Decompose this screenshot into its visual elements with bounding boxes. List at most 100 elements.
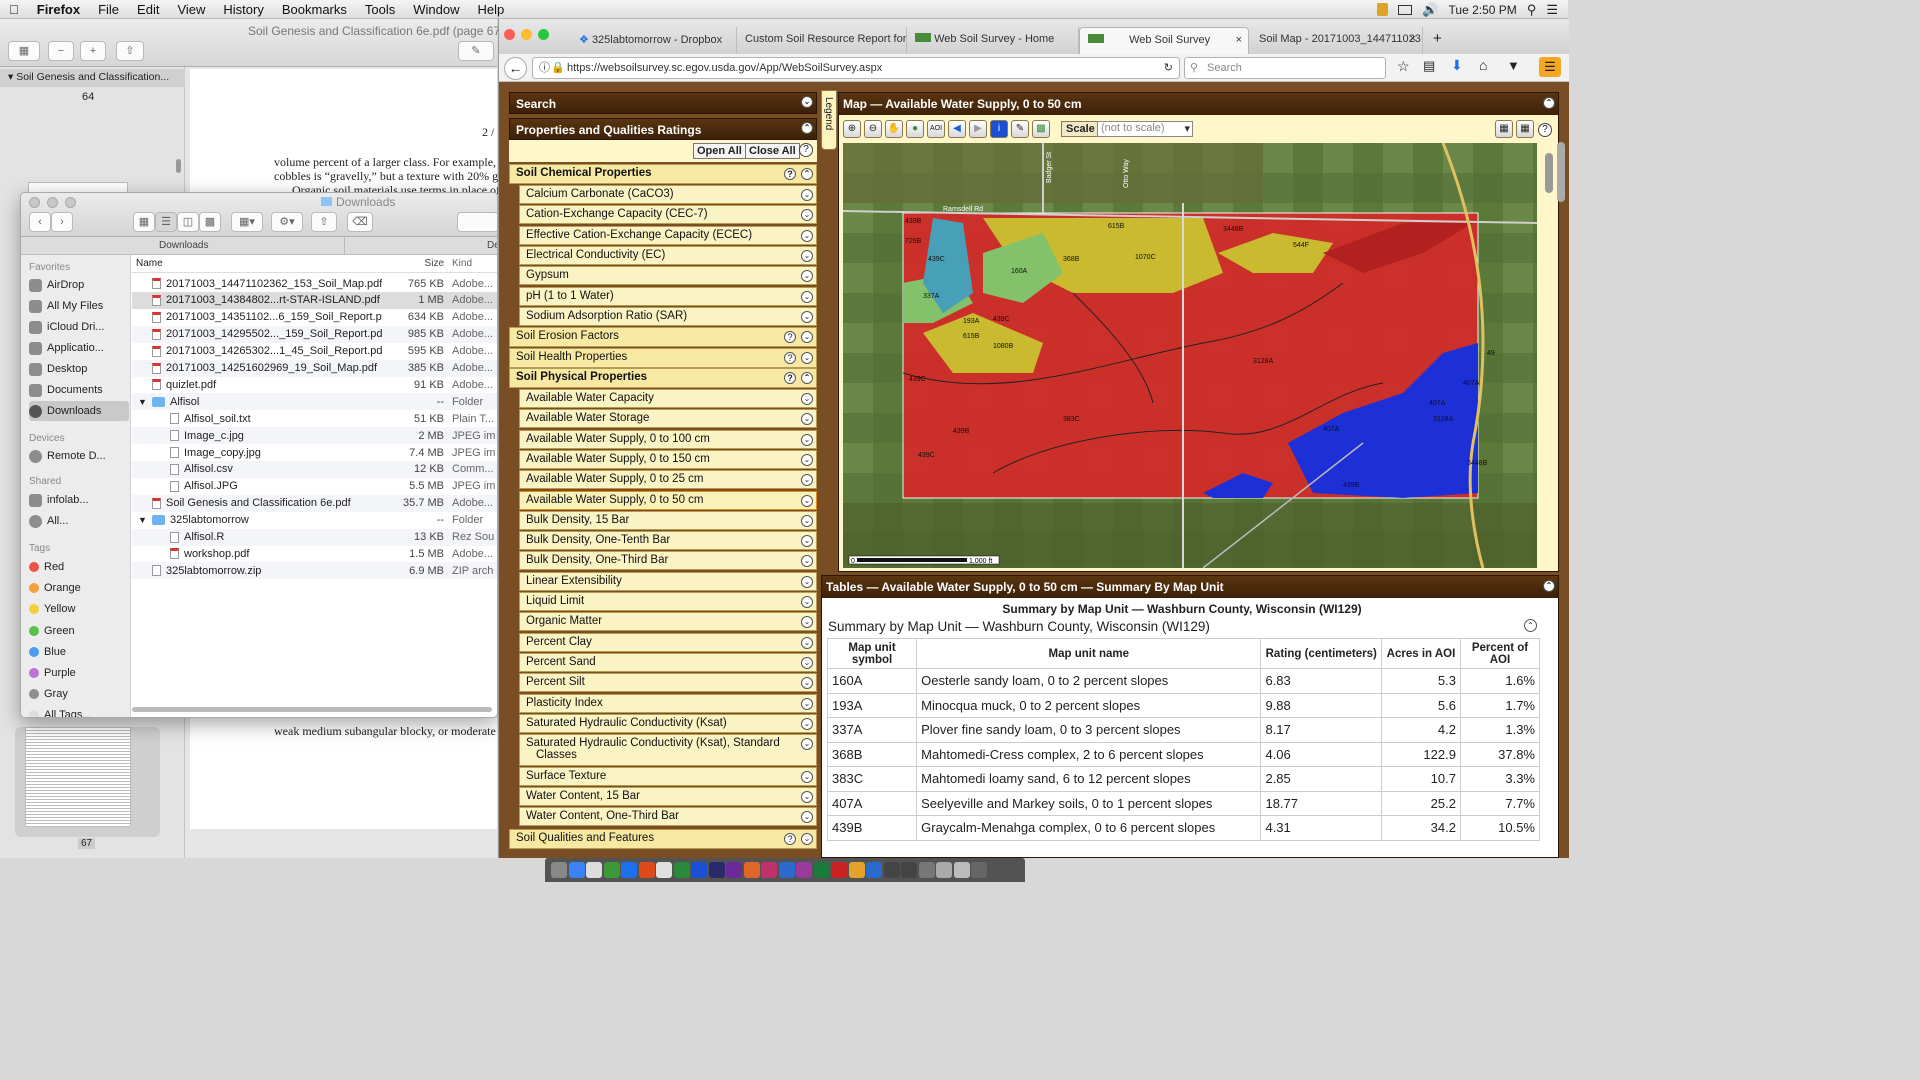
dock-app-icon[interactable] bbox=[848, 862, 865, 878]
tab-close-icon[interactable]: × bbox=[1410, 33, 1416, 45]
collapse-icon[interactable]: ⌃ bbox=[1524, 619, 1537, 632]
property-item-selected[interactable]: Available Water Supply, 0 to 50 cm ⌄ bbox=[519, 490, 817, 510]
property-item[interactable]: Percent Sand ⌄ bbox=[519, 652, 817, 672]
table-row[interactable]: 337A Plover fine sandy loam, 0 to 3 perce… bbox=[826, 717, 1541, 743]
table-row[interactable]: 160A Oesterle sandy loam, 0 to 2 percent … bbox=[826, 668, 1541, 694]
expand-icon[interactable]: ⌄ bbox=[801, 249, 813, 262]
qualities-features-header[interactable]: Soil Qualities and Features? ⌄ bbox=[509, 829, 817, 849]
dock-app-icon[interactable] bbox=[761, 862, 777, 878]
property-item[interactable]: Bulk Density, One-Tenth Bar ⌄ bbox=[519, 531, 817, 551]
property-item[interactable]: Percent Silt ⌄ bbox=[519, 673, 817, 693]
overview-icon[interactable]: ▦ bbox=[1495, 120, 1513, 138]
property-item[interactable]: Available Water Supply, 0 to 100 cm ⌄ bbox=[519, 429, 817, 449]
sidebar-item-desktop[interactable]: Desktop bbox=[29, 359, 129, 379]
table-row[interactable]: 439B Graycalm-Menahga complex, 0 to 6 per… bbox=[826, 815, 1541, 841]
physical-properties-header[interactable]: Soil Physical Properties? ⌃ bbox=[509, 368, 817, 388]
expand-icon[interactable]: ⌄ bbox=[801, 393, 813, 405]
property-item[interactable]: Organic Matter ⌄ bbox=[519, 612, 817, 632]
tab-soil-map[interactable]: Soil Map - 20171003_144711023 × bbox=[1251, 27, 1423, 54]
zoom-out-button[interactable]: − bbox=[48, 41, 74, 61]
expand-icon[interactable]: ⌄ bbox=[801, 833, 813, 845]
dock-app-icon[interactable] bbox=[901, 862, 917, 878]
forward-button[interactable]: › bbox=[51, 212, 73, 232]
expand-icon[interactable]: ⌄ bbox=[801, 433, 813, 446]
property-item[interactable]: Water Content, 15 Bar ⌄ bbox=[519, 786, 817, 806]
property-item[interactable]: Bulk Density, 15 Bar ⌄ bbox=[519, 510, 817, 530]
share-button[interactable]: ⇧ bbox=[116, 41, 144, 61]
home-icon[interactable]: ⌂ bbox=[1479, 57, 1487, 73]
zoom-icon[interactable] bbox=[538, 29, 549, 40]
dock-app-icon[interactable] bbox=[708, 862, 725, 878]
info-icon[interactable]: ⓘ bbox=[539, 58, 550, 78]
file-row[interactable]: Soil Genesis and Classification 6e.pdf 35… bbox=[132, 494, 497, 512]
dock-app-icon[interactable] bbox=[603, 862, 620, 878]
expand-icon[interactable]: ⌄ bbox=[801, 96, 813, 108]
scale-select[interactable]: (not to scale) ▾ bbox=[1097, 121, 1193, 137]
airplay-icon[interactable] bbox=[1398, 4, 1413, 15]
help-icon[interactable]: ? bbox=[1538, 123, 1552, 137]
expand-icon[interactable]: ⌄ bbox=[801, 636, 813, 649]
legend-tab[interactable]: Legend bbox=[821, 90, 837, 150]
measure-icon[interactable]: ✎ bbox=[1011, 120, 1029, 138]
collapse-icon[interactable]: ⌃ bbox=[801, 122, 813, 134]
dock-app-icon[interactable] bbox=[586, 862, 602, 878]
sidebar-item-infolab[interactable]: infolab... bbox=[29, 490, 129, 510]
file-row[interactable]: quizlet.pdf 91 KB Adobe... bbox=[132, 376, 497, 393]
open-all-button[interactable]: Open All bbox=[693, 143, 746, 159]
sidebar-item-applications[interactable]: Applicatio... bbox=[29, 338, 129, 358]
tab-custom-report[interactable]: Custom Soil Resource Report for bbox=[737, 27, 907, 54]
menu-history[interactable]: History bbox=[214, 0, 272, 19]
sidebar-tag[interactable]: Red bbox=[29, 557, 129, 577]
expand-icon[interactable]: ⌄ bbox=[801, 738, 813, 751]
sidebar-doc-item[interactable]: ▾ Soil Genesis and Classification... bbox=[0, 69, 185, 87]
soil-map[interactable]: 439B 726B 439C 160A 337A 193A 615B 439C 1080B 107… bbox=[843, 143, 1537, 568]
help-icon[interactable]: ? bbox=[784, 372, 796, 384]
file-row[interactable]: Image_c.jpg 2 MB JPEG im bbox=[132, 427, 497, 445]
dock-app-icon[interactable] bbox=[743, 862, 760, 878]
dock-app-icon[interactable] bbox=[971, 862, 987, 878]
property-item[interactable]: Gypsum ⌄ bbox=[519, 266, 817, 286]
sidebar-item-documents[interactable]: Documents bbox=[29, 380, 129, 400]
sidebar-item-remote-disc[interactable]: Remote D... bbox=[29, 446, 129, 466]
property-item[interactable]: Electrical Conductivity (EC) ⌄ bbox=[519, 245, 817, 265]
dock-app-icon[interactable] bbox=[953, 862, 970, 878]
col-percent[interactable]: Percent of AOI bbox=[1459, 638, 1541, 669]
dock-app-icon[interactable] bbox=[813, 862, 830, 878]
minimize-icon[interactable] bbox=[47, 197, 58, 208]
dock-app-icon[interactable] bbox=[796, 862, 812, 878]
search-input[interactable]: ⚲ Search bbox=[1184, 57, 1386, 79]
expand-icon[interactable]: ⌄ bbox=[801, 331, 813, 343]
property-item[interactable]: Effective Cation-Exchange Capacity (ECEC… bbox=[519, 225, 817, 245]
expand-icon[interactable]: ⌄ bbox=[801, 656, 813, 669]
close-all-button[interactable]: Close All bbox=[745, 143, 800, 159]
downloads-icon[interactable]: ⬇ bbox=[1451, 57, 1463, 74]
tab-wss-home[interactable]: Web Soil Survey - Home bbox=[907, 27, 1079, 54]
disclosure-triangle-icon[interactable]: ▼ bbox=[138, 397, 147, 407]
notification-center-icon[interactable]: ☰ bbox=[1546, 2, 1558, 18]
dock-app-icon[interactable] bbox=[778, 862, 795, 878]
table-row[interactable]: 407A Seelyeville and Markey soils, 0 to 1… bbox=[826, 790, 1541, 816]
sidebar-item-all-my-files[interactable]: All My Files bbox=[29, 296, 129, 316]
menu-file[interactable]: File bbox=[89, 0, 128, 19]
close-icon[interactable] bbox=[29, 197, 40, 208]
property-item[interactable]: Linear Extensibility ⌄ bbox=[519, 571, 817, 591]
zoom-in-icon[interactable]: ⊕ bbox=[843, 120, 861, 138]
property-item[interactable]: Saturated Hydraulic Conductivity (Ksat),… bbox=[519, 734, 817, 767]
back-button[interactable]: ‹ bbox=[29, 212, 51, 232]
collapse-icon[interactable]: ⌃ bbox=[801, 372, 813, 384]
properties-header[interactable]: Properties and Qualities Ratings ⌃ bbox=[509, 118, 817, 140]
expand-icon[interactable]: ⌄ bbox=[801, 474, 813, 487]
forward-extent-icon[interactable]: ▶ bbox=[969, 120, 987, 138]
pan-icon[interactable]: ✋ bbox=[885, 120, 903, 138]
sidebar-item-all-shared[interactable]: All... bbox=[29, 511, 129, 531]
col-acres[interactable]: Acres in AOI bbox=[1380, 638, 1461, 669]
sidebar-item-downloads[interactable]: Downloads bbox=[29, 401, 129, 421]
markup-button[interactable]: ✎ bbox=[458, 41, 494, 61]
volume-icon[interactable]: 🔊 bbox=[1422, 2, 1438, 18]
property-item[interactable]: Surface Texture ⌄ bbox=[519, 766, 817, 786]
column-name[interactable]: Name bbox=[136, 258, 163, 269]
dock-app-icon[interactable] bbox=[656, 862, 672, 878]
help-icon[interactable]: ? bbox=[799, 143, 813, 157]
tab-web-soil-survey[interactable]: Web Soil Survey × bbox=[1079, 27, 1249, 54]
expand-icon[interactable]: ⌄ bbox=[801, 811, 813, 824]
